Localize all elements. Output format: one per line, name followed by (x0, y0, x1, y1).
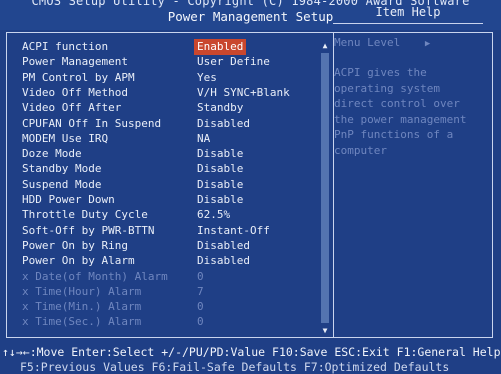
setting-value[interactable]: Disabled (197, 116, 250, 132)
setting-label: x Time(Min.) Alarm (22, 300, 142, 314)
setting-value[interactable]: V/H SYNC+Blank (197, 85, 290, 101)
setting-label: x Time(Sec.) Alarm (22, 315, 142, 329)
setting-value[interactable]: Disable (197, 177, 243, 193)
setting-label: Power Management (22, 55, 128, 69)
setting-value: 0 (197, 300, 204, 314)
key-help-line-1: ↑↓→←:Move Enter:Select +/-/PU/PD:Value F… (2, 345, 501, 359)
setting-value[interactable]: 62.5% (197, 207, 230, 223)
setting-value[interactable]: Disabled (197, 253, 250, 269)
menu-level-arrow-icon: ▶ (424, 39, 431, 49)
setting-value[interactable]: Disable (197, 192, 243, 208)
setting-label: Video Off Method (22, 85, 128, 99)
setting-label: Standby Mode (22, 162, 102, 176)
setting-value[interactable]: Yes (197, 70, 217, 86)
scroll-up-icon[interactable]: ▲ (320, 41, 330, 50)
setting-label: Power On by Alarm (22, 254, 135, 268)
setting-label: x Date(of Month) Alarm (22, 269, 168, 283)
scroll-track[interactable] (321, 53, 329, 323)
help-line: computer (334, 143, 387, 157)
setting-label: ACPI function (22, 40, 109, 53)
setting-value[interactable]: NA (197, 131, 210, 147)
setting-value[interactable]: Disable (197, 161, 243, 177)
setting-value[interactable]: Standby (197, 100, 243, 116)
setting-value[interactable]: User Define (197, 54, 270, 70)
item-help-title: Item Help (333, 1, 483, 24)
key-help-line-2: F5:Previous Values F6:Fail-Safe Defaults… (20, 360, 450, 374)
setting-label: HDD Power Down (22, 193, 115, 206)
setting-value: 7 (197, 284, 204, 298)
item-help-text: ACPI gives the operating system direct c… (334, 65, 486, 158)
setting-value: 0 (197, 315, 204, 329)
setting-value[interactable]: Disabled (197, 238, 250, 254)
setting-label: PM Control by APM (22, 70, 135, 84)
setting-label: MODEM Use IRQ (22, 131, 109, 145)
scroll-down-icon[interactable]: ▼ (320, 326, 330, 335)
setting-label: CPUFAN Off In Suspend (22, 116, 162, 130)
setting-label: Suspend Mode (22, 177, 102, 191)
setting-label: x Time(Hour) Alarm (22, 284, 142, 298)
setting-label: Power On by Ring (22, 238, 128, 252)
setting-label: Soft-Off by PWR-BTTN (22, 223, 155, 237)
setting-value[interactable]: Enabled (194, 39, 247, 55)
help-line: PnP functions of a (334, 128, 454, 141)
setting-label: Video Off After (22, 101, 122, 115)
scrollbar[interactable]: ▲ ▼ (320, 41, 330, 335)
setting-value[interactable]: Instant-Off (197, 223, 270, 239)
setting-value[interactable]: Disable (197, 146, 243, 162)
help-line: the power management (334, 112, 467, 126)
menu-level-label: Menu Level (334, 36, 401, 49)
help-line: operating system (334, 81, 440, 95)
help-line: ACPI gives the (334, 66, 427, 79)
settings-list: ACPI function Enabled Power Management User… (22, 39, 322, 335)
setting-label: Throttle Duty Cycle (22, 208, 148, 222)
help-line: direct control over (334, 97, 460, 110)
setting-label: Doze Mode (22, 147, 82, 161)
key-help-bar: ↑↓→←:Move Enter:Select +/-/PU/PD:Value F… (0, 340, 501, 374)
setting-value: 0 (197, 269, 204, 283)
menu-level: Menu Level ▶ (334, 36, 430, 49)
